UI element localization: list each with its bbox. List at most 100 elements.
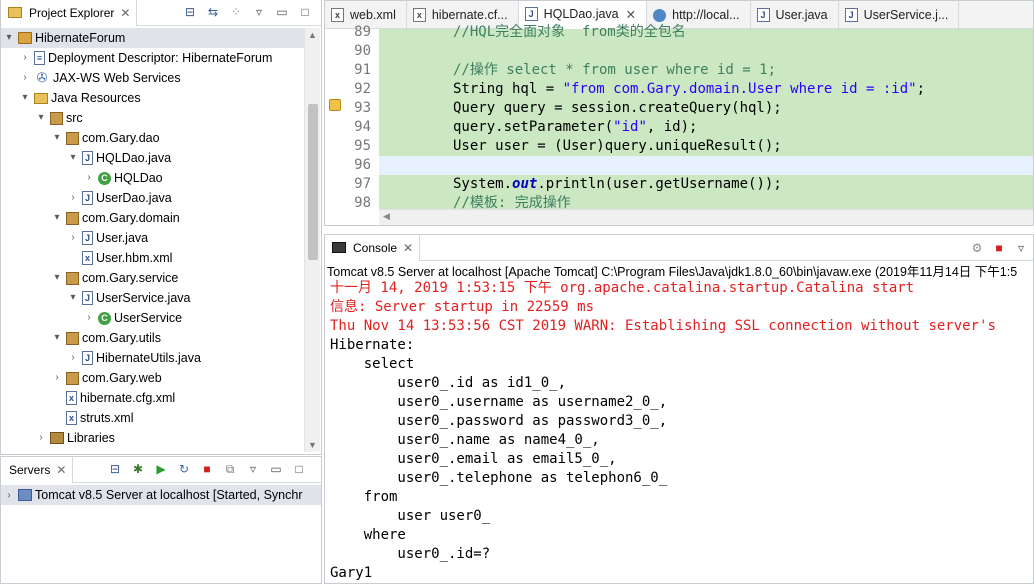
minimize-icon[interactable]: ▭ xyxy=(268,461,284,477)
code-line-92: String hql = "from com.Gary.domain.User … xyxy=(379,80,1033,99)
maximize-icon[interactable]: □ xyxy=(297,4,313,20)
code-lines[interactable]: //HQL完全面对象 from类的全包名 //操作 select * from … xyxy=(379,24,1033,211)
console-output[interactable]: 十一月 14, 2019 1:53:15 下午 org.apache.catal… xyxy=(330,279,1033,583)
expand-toggle-icon[interactable]: ▾ xyxy=(35,108,47,128)
view-menu-icon[interactable]: ▿ xyxy=(251,4,267,20)
tree-item-userservice-java[interactable]: ▾ J UserService.java xyxy=(1,288,190,308)
scroll-down-icon[interactable]: ▼ xyxy=(308,440,317,450)
expand-toggle-icon[interactable]: › xyxy=(3,490,15,501)
expand-toggle-icon[interactable]: ▾ xyxy=(51,128,63,148)
tree-item-hqldao-class[interactable]: › C HQLDao xyxy=(1,168,162,188)
project-icon xyxy=(18,32,32,44)
link-with-editor-icon[interactable]: ⇆ xyxy=(205,4,221,20)
server-entry-tomcat[interactable]: › Tomcat v8.5 Server at localhost [Start… xyxy=(1,485,321,505)
minimize-icon[interactable]: ▭ xyxy=(274,4,290,20)
console-icon xyxy=(332,242,346,253)
expand-toggle-icon[interactable]: › xyxy=(67,228,79,248)
close-icon[interactable]: ✕ xyxy=(626,7,636,22)
expand-toggle-icon[interactable]: ▾ xyxy=(51,268,63,288)
expand-toggle-icon[interactable]: › xyxy=(67,188,79,208)
view-menu-icon[interactable]: ▿ xyxy=(1013,240,1029,256)
expand-toggle-icon[interactable]: › xyxy=(51,368,63,388)
expand-toggle-icon[interactable]: › xyxy=(19,68,31,88)
project-explorer-view: Project Explorer ✕ ⊟ ⇆ ⁘ ▿ ▭ □ ▾ Hiberna… xyxy=(0,0,322,455)
scroll-left-icon[interactable]: ◀ xyxy=(383,211,390,222)
console-tab[interactable]: Console ✕ xyxy=(325,235,421,261)
servers-title: Servers xyxy=(9,462,51,477)
editor-tab-label: http://local... xyxy=(672,8,740,22)
code-line-95: User user = (User)query.uniqueResult(); xyxy=(379,137,1033,156)
expand-toggle-icon[interactable]: › xyxy=(35,428,47,448)
tree-item-java-resources[interactable]: ▾ Java Resources xyxy=(1,88,140,108)
code-text: String hql = xyxy=(453,81,563,97)
tree-item-package-service[interactable]: ▾ com.Gary.service xyxy=(1,268,178,288)
code-text: query.setParameter( xyxy=(453,119,614,135)
tree-item-package-domain[interactable]: ▾ com.Gary.domain xyxy=(1,208,179,228)
tree-item-hqldao-java[interactable]: ▾ J HQLDao.java xyxy=(1,148,171,168)
line-number: 89 xyxy=(354,24,371,40)
expand-toggle-icon[interactable]: › xyxy=(67,348,79,368)
source-folder-icon xyxy=(50,111,63,125)
editor-tab-label: User.java xyxy=(775,8,828,22)
terminate-icon[interactable]: ■ xyxy=(991,240,1007,256)
tree-item-package-utils[interactable]: ▾ com.Gary.utils xyxy=(1,328,160,348)
tree-item-package-dao[interactable]: ▾ com.Gary.dao xyxy=(1,128,159,148)
code-line-89: //HQL完全面对象 from类的全包名 xyxy=(379,23,1033,42)
tree-item-label: JAX-WS Web Services xyxy=(53,71,181,85)
expand-toggle-icon[interactable]: › xyxy=(19,48,31,68)
tree-item-hibernateutils-java[interactable]: › J HibernateUtils.java xyxy=(1,348,201,368)
server-icon xyxy=(18,489,32,501)
tree-item-hibernate-cfg-xml[interactable]: x hibernate.cfg.xml xyxy=(1,388,175,408)
expand-toggle-icon[interactable]: ▾ xyxy=(51,328,63,348)
tree-item-hibernateforum[interactable]: ▾ HibernateForum xyxy=(1,28,305,48)
quick-fix-marker-icon[interactable] xyxy=(329,99,341,111)
maximize-icon[interactable]: □ xyxy=(291,461,307,477)
stop-server-icon[interactable]: ■ xyxy=(199,461,215,477)
package-icon xyxy=(66,271,79,285)
close-icon[interactable]: ✕ xyxy=(56,463,66,477)
xml-file-icon: x xyxy=(412,8,426,22)
tree-item-userdao-java[interactable]: › J UserDao.java xyxy=(1,188,172,208)
tree-item-user-hbm-xml[interactable]: x User.hbm.xml xyxy=(1,248,172,268)
code-comment: //操作 select * from user where id = 1; xyxy=(453,62,777,78)
tree-item-deployment-descriptor[interactable]: › ≡ Deployment Descriptor: HibernateForu… xyxy=(1,48,272,68)
editor-horizontal-scrollbar[interactable]: ◀ xyxy=(379,209,1033,225)
tree-item-jax-ws[interactable]: › ✇ JAX-WS Web Services xyxy=(1,68,181,88)
console-output-line: from xyxy=(330,489,398,505)
close-icon[interactable]: ✕ xyxy=(403,241,413,255)
close-icon[interactable]: ✕ xyxy=(120,6,130,20)
expand-toggle-icon[interactable]: ▾ xyxy=(67,148,79,168)
expand-toggle-icon[interactable]: ▾ xyxy=(3,28,15,48)
scroll-up-icon[interactable]: ▲ xyxy=(308,30,317,40)
tree-item-struts-xml[interactable]: x struts.xml xyxy=(1,408,133,428)
project-tree: ▾ HibernateForum › ≡ Deployment Descript… xyxy=(1,26,305,453)
scrollbar-thumb[interactable] xyxy=(308,104,318,260)
start-server-icon[interactable]: ▶ xyxy=(153,461,169,477)
expand-toggle-icon[interactable]: › xyxy=(83,168,95,188)
project-explorer-toolbar: ⊟ ⇆ ⁘ ▿ ▭ □ xyxy=(182,4,313,20)
project-explorer-tab[interactable]: Project Explorer ✕ xyxy=(1,0,138,26)
pin-console-icon[interactable]: ⚙ xyxy=(969,240,985,256)
tree-item-package-web[interactable]: › com.Gary.web xyxy=(1,368,161,388)
explorer-scrollbar[interactable]: ▲ ▼ xyxy=(304,28,320,452)
expand-toggle-icon[interactable]: › xyxy=(83,308,95,328)
view-menu-icon[interactable]: ▿ xyxy=(245,461,261,477)
servers-tab[interactable]: Servers ✕ xyxy=(1,456,74,483)
xml-file-icon: x xyxy=(82,251,93,265)
tree-item-userservice-class[interactable]: › C UserService xyxy=(1,308,182,328)
tree-item-libraries[interactable]: › Libraries xyxy=(1,428,115,448)
collapse-all-icon[interactable]: ⊟ xyxy=(182,4,198,20)
expand-toggle-icon[interactable]: ▾ xyxy=(51,208,63,228)
tree-item-src[interactable]: ▾ src xyxy=(1,108,82,128)
collapse-all-icon[interactable]: ⊟ xyxy=(107,461,123,477)
filters-icon[interactable]: ⁘ xyxy=(228,4,244,20)
tree-item-user-java[interactable]: › J User.java xyxy=(1,228,148,248)
profile-icon[interactable]: ↻ xyxy=(176,461,192,477)
publish-icon[interactable]: ⧉ xyxy=(222,461,238,477)
package-icon xyxy=(66,371,79,385)
java-file-icon: J xyxy=(82,151,93,165)
debug-icon[interactable]: ✱ xyxy=(130,461,146,477)
code-area[interactable]: 89 90 91 92 93 94 95 96 97 98 //HQL完全面对象… xyxy=(325,24,1033,211)
expand-toggle-icon[interactable]: ▾ xyxy=(19,88,31,108)
expand-toggle-icon[interactable]: ▾ xyxy=(67,288,79,308)
